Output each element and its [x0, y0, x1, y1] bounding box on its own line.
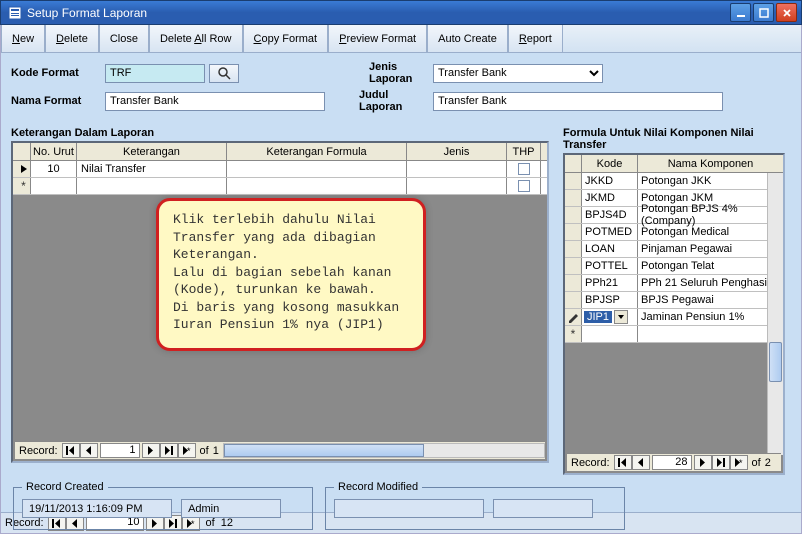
- svg-text:*: *: [187, 446, 191, 455]
- komponen-grid-panel: Kode Nama Komponen JKKDPotongan JKKJKMDP…: [563, 153, 785, 475]
- nav-prev-button[interactable]: [632, 455, 650, 470]
- col-kode[interactable]: Kode: [582, 155, 638, 172]
- preview-format-button[interactable]: Preview Format: [328, 25, 427, 53]
- record-modified-by: [493, 499, 593, 518]
- col-nama-komponen[interactable]: Nama Komponen: [638, 155, 783, 172]
- judul-laporan-label: Judul Laporan: [329, 89, 429, 113]
- col-jenis[interactable]: Jenis: [407, 143, 507, 160]
- jenis-laporan-label: Jenis Laporan: [329, 61, 429, 85]
- thp-checkbox[interactable]: [518, 163, 530, 175]
- table-row[interactable]: BPJS4DPotongan BPJS 4% (Company): [565, 207, 783, 224]
- nama-format-input[interactable]: Transfer Bank: [105, 92, 325, 111]
- dropdown-icon[interactable]: [614, 310, 628, 324]
- record-modified-legend: Record Modified: [334, 481, 422, 493]
- kode-format-input[interactable]: TRF: [105, 64, 205, 83]
- nav-last-button[interactable]: [712, 455, 730, 470]
- app-icon: [7, 5, 23, 21]
- toolbar: New Delete Close Delete All Row Copy For…: [0, 25, 802, 53]
- auto-create-button[interactable]: Auto Create: [427, 25, 508, 53]
- search-kode-button[interactable]: [209, 64, 239, 83]
- keterangan-grid-panel: No. Urut Keterangan Keterangan Formula J…: [11, 141, 549, 463]
- nav-last-button[interactable]: [160, 443, 178, 458]
- nav-current[interactable]: 28: [652, 455, 692, 470]
- search-icon: [217, 66, 231, 80]
- nav-new-button[interactable]: *: [178, 443, 196, 458]
- record-modified-fieldset: Record Modified: [325, 481, 625, 530]
- row-selector-header: [13, 143, 31, 160]
- close-window-button[interactable]: [776, 3, 797, 22]
- nav-next-button[interactable]: [694, 455, 712, 470]
- copy-format-button[interactable]: Copy Format: [243, 25, 329, 53]
- record-created-fieldset: Record Created 19/11/2013 1:16:09 PM Adm…: [13, 481, 313, 530]
- section-right-title: Formula Untuk Nilai Komponen Nilai Trans…: [563, 127, 785, 151]
- table-row[interactable]: LOANPinjaman Pegawai: [565, 241, 783, 258]
- table-row[interactable]: 10 Nilai Transfer: [13, 161, 547, 178]
- delete-button[interactable]: Delete: [45, 25, 99, 53]
- nav-first-button[interactable]: [614, 455, 632, 470]
- table-row[interactable]: POTMEDPotongan Medical: [565, 224, 783, 241]
- nama-format-label: Nama Format: [11, 95, 101, 107]
- edit-row[interactable]: JIP1 Jaminan Pensiun 1%: [565, 309, 783, 326]
- table-row[interactable]: BPJSPBPJS Pegawai: [565, 292, 783, 309]
- report-button[interactable]: Report: [508, 25, 563, 53]
- nav-new-button[interactable]: *: [730, 455, 748, 470]
- col-thp[interactable]: THP: [507, 143, 541, 160]
- instruction-tooltip: Klik terlebih dahulu Nilai Transfer yang…: [156, 198, 426, 351]
- minimize-button[interactable]: [730, 3, 751, 22]
- col-no-urut[interactable]: No. Urut: [31, 143, 77, 160]
- delete-all-row-button[interactable]: Delete All Row: [149, 25, 243, 53]
- judul-laporan-input[interactable]: Transfer Bank: [433, 92, 723, 111]
- nav-total: 2: [765, 457, 771, 469]
- section-left-title: Keterangan Dalam Laporan: [11, 127, 551, 139]
- jenis-laporan-select[interactable]: Transfer Bank: [433, 64, 603, 83]
- v-scrollbar[interactable]: [767, 173, 783, 455]
- nav-first-button[interactable]: [62, 443, 80, 458]
- row-selector-header: [565, 155, 582, 172]
- table-row[interactable]: POTTELPotongan Telat: [565, 258, 783, 275]
- kode-edit-cell[interactable]: JIP1: [582, 309, 637, 325]
- col-keterangan[interactable]: Keterangan: [77, 143, 227, 160]
- left-record-nav: Record: 1 * of 1: [15, 441, 545, 459]
- new-button[interactable]: New: [1, 25, 45, 53]
- maximize-button[interactable]: [753, 3, 774, 22]
- record-created-time: 19/11/2013 1:16:09 PM: [22, 499, 172, 518]
- nav-next-button[interactable]: [142, 443, 160, 458]
- record-created-legend: Record Created: [22, 481, 108, 493]
- kode-format-label: Kode Format: [11, 67, 101, 79]
- window-title: Setup Format Laporan: [27, 6, 730, 20]
- nav-prev-button[interactable]: [80, 443, 98, 458]
- current-row-icon: [19, 164, 29, 174]
- h-scrollbar[interactable]: [223, 443, 545, 458]
- record-created-by: Admin: [181, 499, 281, 518]
- new-row[interactable]: [565, 326, 783, 343]
- record-modified-time: [334, 499, 484, 518]
- svg-text:*: *: [739, 458, 743, 467]
- nav-current[interactable]: 1: [100, 443, 140, 458]
- titlebar: Setup Format Laporan: [0, 0, 802, 25]
- col-ket-formula[interactable]: Keterangan Formula: [227, 143, 407, 160]
- table-row[interactable]: JKKDPotongan JKK: [565, 173, 783, 190]
- pencil-icon: [568, 312, 579, 323]
- new-row[interactable]: [13, 178, 547, 195]
- thp-checkbox[interactable]: [518, 180, 530, 192]
- nav-total: 1: [213, 445, 219, 457]
- right-record-nav: Record: 28 * of 2: [567, 453, 781, 471]
- table-row[interactable]: PPh21PPh 21 Seluruh Penghasilan: [565, 275, 783, 292]
- close-button[interactable]: Close: [99, 25, 149, 53]
- client-area: Kode Format TRF Jenis Laporan Transfer B…: [0, 53, 802, 512]
